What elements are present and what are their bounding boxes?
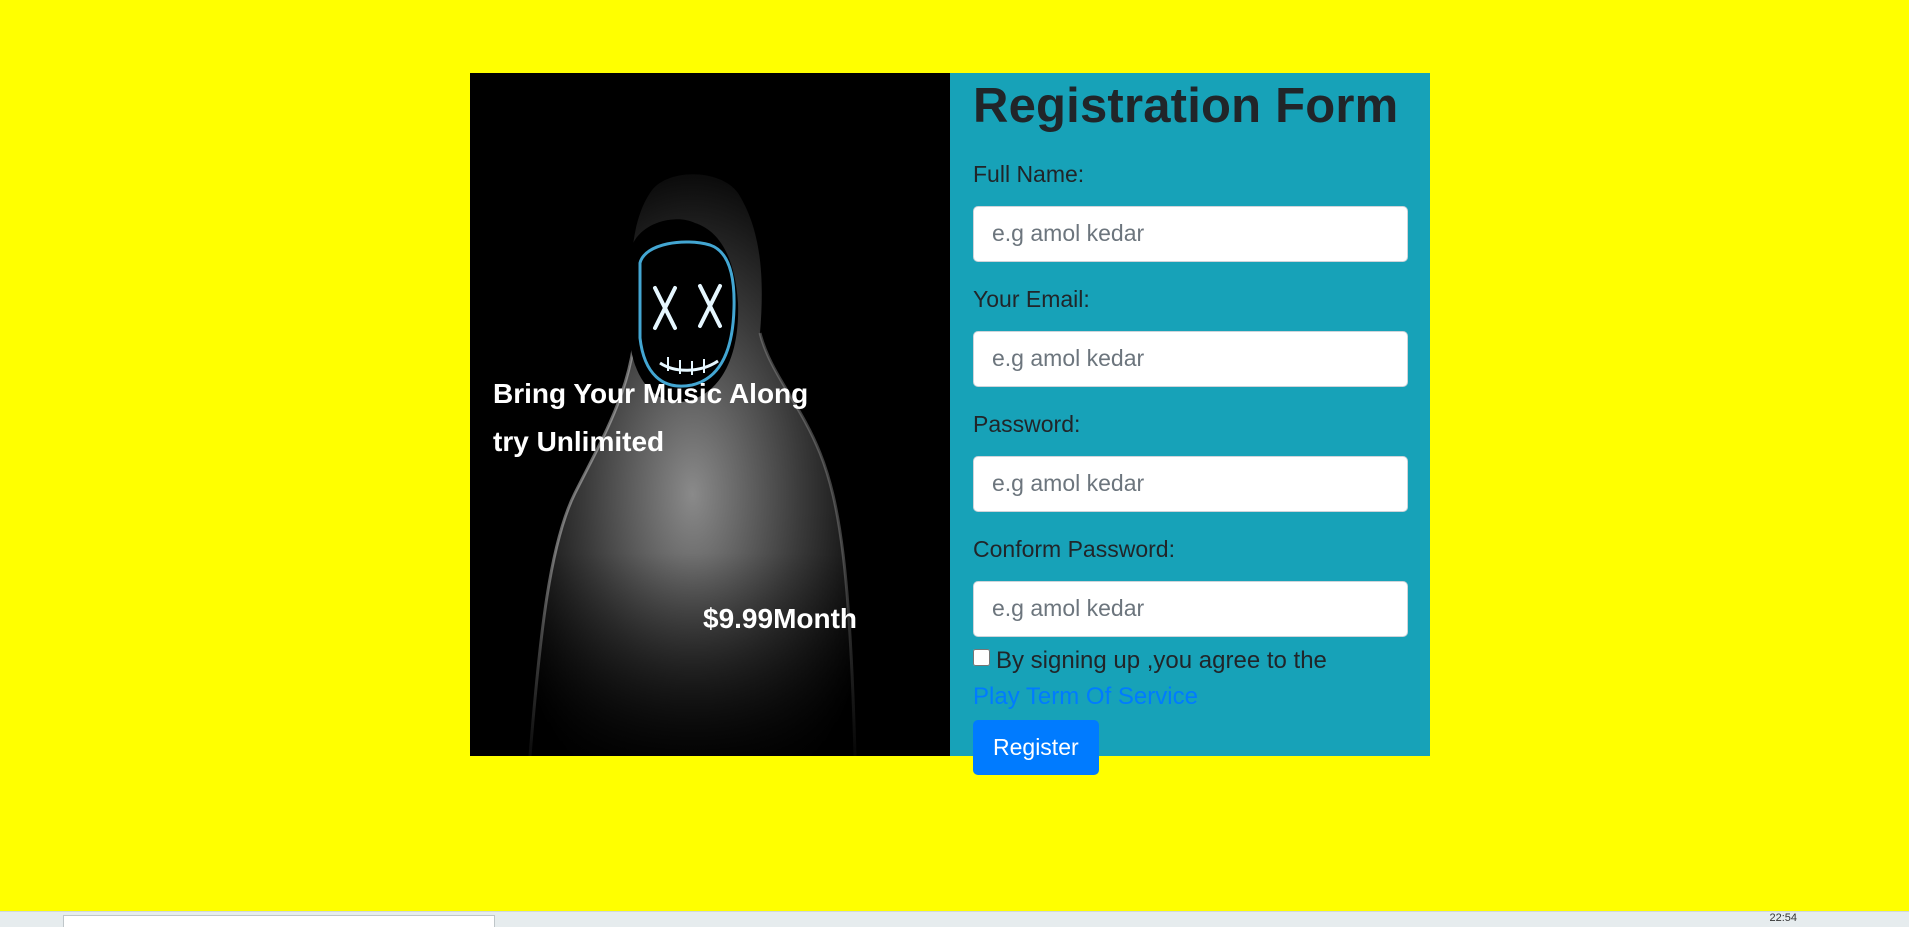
taskbar-search-box[interactable] [63, 915, 495, 927]
taskbar: 22:54 [0, 911, 1909, 927]
password-label: Password: [973, 410, 1081, 437]
terms-checkbox[interactable] [973, 648, 990, 666]
promo-panel: Bring Your Music Along try Unlimited $9.… [470, 73, 950, 756]
promo-price: $9.99Month [703, 603, 858, 634]
form-title: Registration Form [973, 79, 1399, 133]
terms-row: By signing up ,you agree to the Play Ter… [973, 643, 1408, 715]
registration-card: Bring Your Music Along try Unlimited $9.… [470, 73, 1430, 775]
register-button[interactable]: Register [973, 719, 1099, 775]
terms-of-service-link[interactable]: Play Term Of Service [973, 679, 1408, 715]
confirm-password-input[interactable] [973, 580, 1408, 637]
email-label: Your Email: [973, 285, 1090, 312]
terms-text: By signing up ,you agree to the [996, 646, 1327, 674]
full-name-input[interactable] [973, 205, 1408, 262]
registration-form: Registration Form Full Name: Your Email:… [950, 73, 1430, 775]
taskbar-clock: 22:54 [1769, 912, 1797, 924]
email-input[interactable] [973, 330, 1408, 387]
full-name-label: Full Name: [973, 160, 1085, 187]
promo-tagline: Bring Your Music Along try Unlimited [493, 370, 808, 466]
promo-tagline-line1: Bring Your Music Along [493, 378, 809, 409]
promo-tagline-line2: try Unlimited [493, 426, 665, 457]
password-input[interactable] [973, 455, 1408, 512]
confirm-password-label: Conform Password: [973, 535, 1175, 562]
